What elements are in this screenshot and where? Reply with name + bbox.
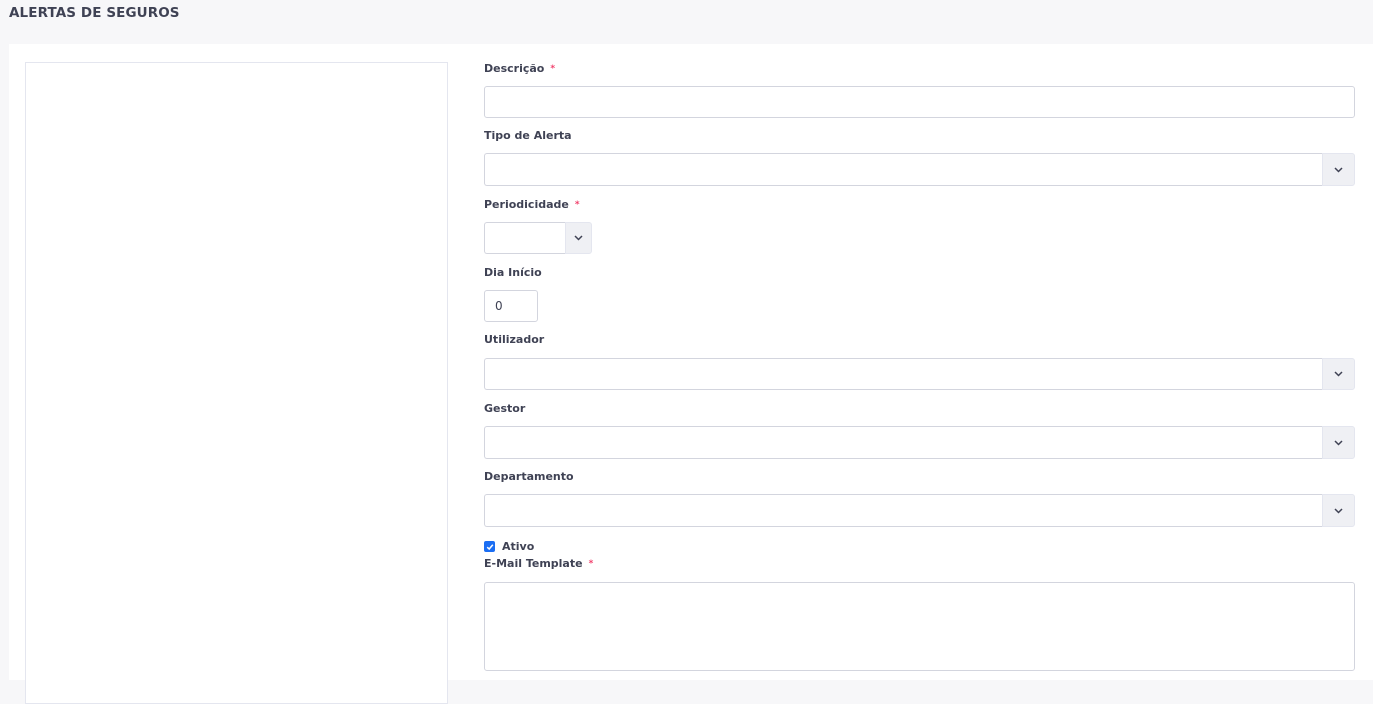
page-title: ALERTAS DE SEGUROS (9, 5, 180, 21)
gestor-dropdown-button[interactable] (1322, 426, 1355, 459)
tipo-alerta-dropdown-button[interactable] (1322, 153, 1355, 186)
utilizador-field[interactable] (484, 358, 1322, 390)
dia-inicio-input[interactable] (484, 290, 538, 322)
departamento-dropdown-button[interactable] (1322, 494, 1355, 527)
left-panel (25, 62, 448, 704)
departamento-select[interactable] (484, 494, 1355, 527)
form-card: Descrição * Tipo de Alerta Periodicidade *… (9, 44, 1373, 704)
chevron-down-icon (1334, 439, 1343, 446)
email-template-label: E-Mail Template * (484, 557, 593, 570)
tipo-alerta-field[interactable] (484, 153, 1322, 186)
gestor-label: Gestor (484, 402, 526, 415)
tipo-alerta-select[interactable] (484, 153, 1355, 186)
utilizador-dropdown-button[interactable] (1322, 358, 1355, 390)
periodicidade-label: Periodicidade * (484, 198, 580, 211)
periodicidade-select[interactable] (484, 222, 592, 254)
chevron-down-icon (1334, 371, 1343, 377)
ativo-row: Ativo (484, 540, 534, 553)
chevron-down-icon (1334, 507, 1343, 514)
chevron-down-icon (574, 235, 583, 241)
ativo-label: Ativo (502, 540, 535, 553)
departamento-label: Departamento (484, 470, 574, 483)
periodicidade-label-text: Periodicidade (484, 198, 569, 211)
tipo-alerta-label: Tipo de Alerta (484, 129, 572, 142)
descricao-label: Descrição * (484, 62, 555, 75)
gestor-select[interactable] (484, 426, 1355, 459)
required-mark: * (574, 200, 580, 210)
periodicidade-field[interactable] (484, 222, 565, 254)
ativo-checkbox[interactable] (484, 541, 495, 552)
email-template-textarea[interactable] (484, 582, 1355, 671)
gestor-field[interactable] (484, 426, 1322, 459)
page-header: ALERTAS DE SEGUROS (0, 0, 1373, 44)
utilizador-label: Utilizador (484, 333, 545, 346)
periodicidade-dropdown-button[interactable] (565, 222, 592, 254)
required-mark: * (550, 64, 556, 74)
utilizador-select[interactable] (484, 358, 1355, 390)
departamento-field[interactable] (484, 494, 1322, 527)
required-mark: * (588, 559, 594, 569)
chevron-down-icon (1334, 166, 1343, 173)
descricao-input[interactable] (484, 86, 1355, 118)
checkmark-icon (486, 543, 493, 550)
dia-inicio-label: Dia Início (484, 266, 542, 279)
email-template-label-text: E-Mail Template (484, 557, 583, 570)
descricao-label-text: Descrição (484, 62, 545, 75)
